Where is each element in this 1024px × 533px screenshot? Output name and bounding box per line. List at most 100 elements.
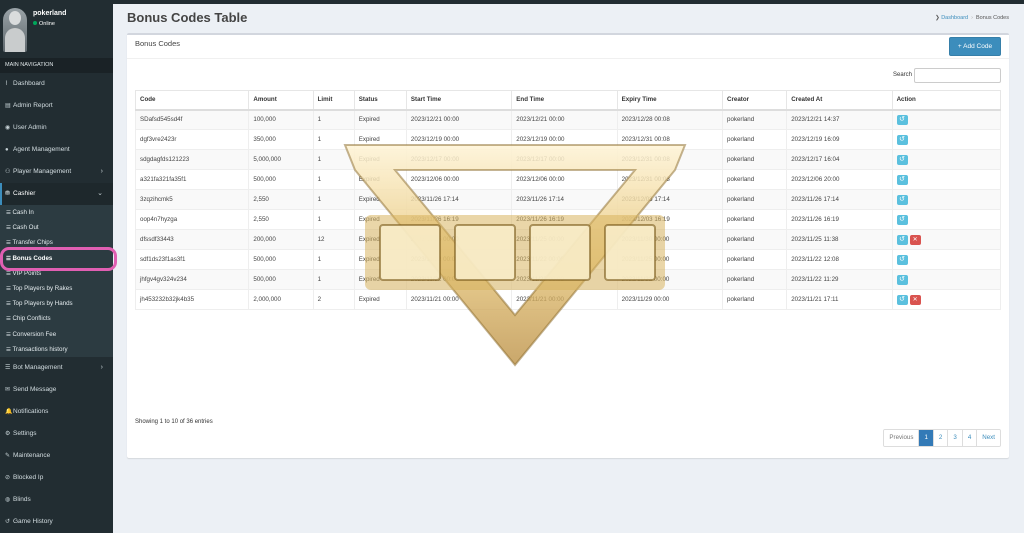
table-cell-limit: 1 [312, 189, 355, 210]
table-row: a321fa321fa35f1 500,000 1 Expired 2023/12/06… [134, 169, 1002, 190]
add-code-button[interactable]: + Add Code [949, 37, 1001, 56]
column-header-limit[interactable]: Limit [312, 90, 355, 111]
table-cell-end-time: 2023/11/22 00:00 [511, 249, 618, 270]
submenu-item-cash-in[interactable]: ☰ Cash In [0, 205, 113, 220]
sidebar-item-user-admin[interactable]: ◉ User Admin [0, 117, 113, 139]
user-icon: ● [5, 147, 9, 153]
table-cell-end-time: 2023/11/26 16:19 [511, 209, 618, 230]
action-cell: ↺ [891, 269, 1002, 290]
restore-icon[interactable]: ↺ [896, 274, 908, 285]
column-header-created-at[interactable]: Created At [786, 90, 893, 111]
submenu-item-label: Cash In [12, 209, 34, 216]
sidebar-item-game-history[interactable]: ↺ Game History [0, 511, 113, 533]
restore-icon[interactable]: ↺ [896, 154, 908, 165]
content-header: Bonus Codes Table [127, 10, 247, 25]
submenu-item-top-players-by-rakes[interactable]: ☰ Top Players by Rakes [0, 281, 113, 296]
table-cell-created-at: 2023/11/21 17:11 [786, 289, 893, 310]
sidebar-item-bot-management[interactable]: ☰ Bot Management › [0, 357, 113, 379]
submenu-item-bonus-codes[interactable]: ☰ Bonus Codes [0, 251, 113, 266]
restore-icon[interactable]: ↺ [896, 254, 908, 265]
restore-icon[interactable]: ↺ [896, 134, 908, 145]
table-cell-start-time: 2023/12/19 00:00 [405, 129, 513, 150]
sidebar-item-maintenance[interactable]: ✎ Maintenance [0, 445, 113, 467]
restore-icon[interactable]: ↺ [896, 214, 908, 225]
column-header-amount[interactable]: Amount [248, 90, 314, 111]
sidebar-item-cashier[interactable]: ⛃ Cashier ⌄ [0, 183, 113, 205]
action-cell: ↺ [891, 129, 1002, 150]
breadcrumb-home[interactable]: Dashboard [941, 15, 968, 21]
table-row: 3zqzihcmk5 2,550 1 Expired 2023/11/26 17:14 2… [134, 189, 1002, 210]
table-cell-start-time: 2023/11/25 00:00 [405, 229, 513, 250]
page-3-button[interactable]: 3 [948, 430, 963, 446]
table-cell-end-time: 2023/12/06 00:00 [511, 169, 618, 190]
sidebar-item-label: Send Message [13, 385, 57, 393]
table-body: SDafsd545sd4f 100,000 1 Expired 2023/12/21 0… [134, 109, 1002, 310]
sidebar: pokerland Online MAIN NAVIGATION ⌇ Dashbo… [0, 4, 113, 533]
sidebar-item-label: Maintenance [13, 451, 51, 459]
table-row: sdgdagfds121223 5,000,000 1 Expired 2023/12/… [134, 149, 1002, 170]
submenu-item-label: Chip Conflicts [12, 315, 51, 323]
sidebar-item-blinds[interactable]: ◍ Blinds [0, 489, 113, 511]
table-cell-expiry-time: 2023/12/31 00:08 [616, 149, 724, 170]
table-cell-amount: 2,550 [248, 189, 314, 210]
breadcrumb: ❯ Dashboard › Bonus Codes [935, 15, 1009, 21]
table-cell-limit: 1 [312, 169, 355, 190]
submenu-item-conversion-fee[interactable]: ☰ Conversion Fee [0, 327, 113, 342]
page-previous-button[interactable]: Previous [884, 430, 920, 446]
table-cell-code: jh453232b32jk4b35 [134, 289, 250, 310]
table-cell-limit: 1 [312, 249, 355, 270]
restore-icon[interactable]: ↺ [896, 194, 908, 205]
sidebar-item-label: Bot Management [13, 363, 63, 371]
table-cell-amount: 500,000 [248, 169, 314, 190]
page-1-button[interactable]: 1 [919, 430, 934, 446]
column-header-status[interactable]: Status [353, 90, 407, 111]
sidebar-item-label: Blinds [13, 495, 31, 503]
column-header-end-time[interactable]: End Time [511, 90, 618, 111]
submenu-item-cash-out[interactable]: ☰ Cash Out [0, 220, 113, 235]
column-header-start-time[interactable]: Start Time [405, 90, 513, 111]
user-panel: pokerland Online [0, 4, 113, 58]
search-input[interactable] [914, 68, 1001, 83]
column-header-code[interactable]: Code [134, 90, 250, 111]
entries-info: Showing 1 to 10 of 36 entries [135, 419, 213, 425]
table-cell-expiry-time: 2023/12/03 16:19 [616, 209, 724, 230]
sidebar-item-admin-report[interactable]: ▤ Admin Report [0, 95, 113, 117]
delete-icon[interactable]: ✕ [909, 294, 921, 305]
column-header-creator[interactable]: Creator [721, 90, 788, 111]
column-header-action[interactable]: Action [891, 90, 1002, 111]
sidebar-item-settings[interactable]: ⚙ Settings [0, 423, 113, 445]
table-cell-start-time: 2023/12/17 00:00 [405, 149, 513, 170]
page-4-button[interactable]: 4 [962, 430, 978, 446]
submenu-item-transfer-chips[interactable]: ☰ Transfer Chips [0, 235, 113, 250]
table-cell-amount: 5,000,000 [248, 149, 314, 170]
sidebar-item-player-management[interactable]: ⚇ Player Management › [0, 161, 113, 183]
table-cell-code: a321fa321fa35f1 [134, 169, 250, 190]
action-cell: ↺ [891, 149, 1002, 170]
submenu-item-top-players-by-hands[interactable]: ☰ Top Players by Hands [0, 296, 113, 311]
table-row: sdf1ds23f1as3f1 500,000 1 Expired 2023/11/22… [134, 249, 1002, 270]
sidebar-item-label: Blocked Ip [13, 473, 44, 481]
sidebar-item-label: Notifications [13, 407, 49, 415]
submenu-item-chip-conflicts[interactable]: ☰ Chip Conflicts [0, 311, 113, 326]
sidebar-item-blocked-ip[interactable]: ⊘ Blocked Ip [0, 467, 113, 489]
submenu-item-label: Conversion Fee [12, 330, 57, 338]
restore-icon[interactable]: ↺ [896, 234, 908, 245]
table-cell-limit: 1 [312, 129, 355, 150]
submenu-item-transactions-history[interactable]: ☰ Transactions history [0, 342, 113, 357]
sidebar-item-dashboard[interactable]: ⌇ Dashboard [0, 73, 113, 95]
table-cell-amount: 2,000,000 [248, 289, 314, 310]
sidebar-item-agent-management[interactable]: ● Agent Management [0, 139, 113, 161]
submenu-item-vip-points[interactable]: ☰ VIP Points [0, 266, 113, 281]
page-next-button[interactable]: Next [977, 430, 1000, 446]
restore-icon[interactable]: ↺ [896, 174, 908, 185]
sidebar-item-send-message[interactable]: ✉ Send Message [0, 379, 113, 401]
delete-icon[interactable]: ✕ [909, 234, 921, 245]
restore-icon[interactable]: ↺ [896, 294, 908, 305]
sidebar-item-notifications[interactable]: 🔔Notifications [0, 401, 113, 423]
gear-icon: ⚙ [5, 430, 11, 437]
table-cell-creator: pokerland [721, 269, 788, 290]
page-2-button[interactable]: 2 [933, 430, 949, 446]
bonus-codes-box: Bonus Codes + Add Code Search Code Amount… [127, 33, 1009, 458]
restore-icon[interactable]: ↺ [896, 114, 908, 125]
column-header-expiry-time[interactable]: Expiry Time [616, 90, 724, 111]
